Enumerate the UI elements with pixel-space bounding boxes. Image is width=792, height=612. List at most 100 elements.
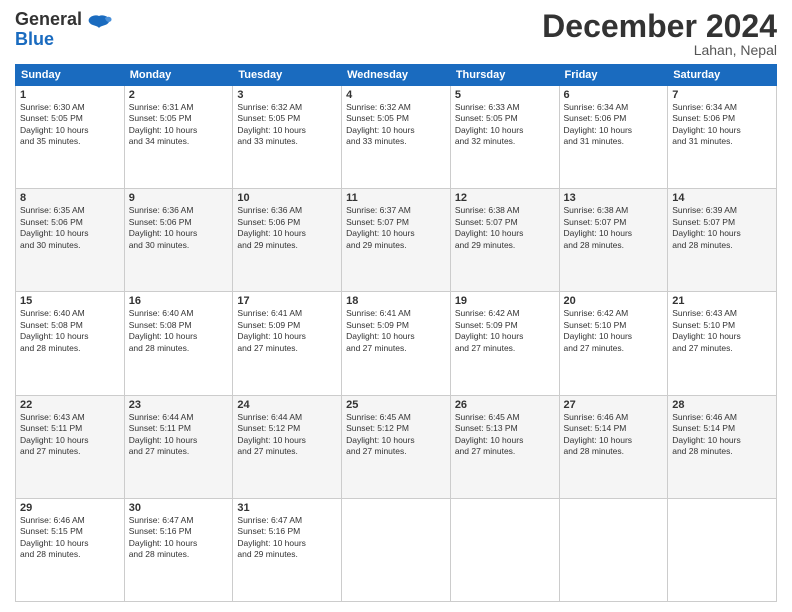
day-info-text: Sunset: 5:15 PM (20, 526, 120, 537)
day-info-text: Sunset: 5:06 PM (237, 217, 337, 228)
day-info-text: and 27 minutes. (20, 446, 120, 457)
day-info-text: Daylight: 10 hours (129, 435, 229, 446)
day-info-text: Sunset: 5:09 PM (237, 320, 337, 331)
day-number: 9 (129, 192, 229, 204)
day-info-text: Daylight: 10 hours (564, 435, 664, 446)
day-info-text: and 27 minutes. (455, 343, 555, 354)
day-info-text: Sunset: 5:05 PM (237, 113, 337, 124)
day-cell: 30Sunrise: 6:47 AMSunset: 5:16 PMDayligh… (124, 498, 233, 601)
day-info-text: Sunrise: 6:42 AM (455, 308, 555, 319)
day-info-text: Sunrise: 6:39 AM (672, 205, 772, 216)
day-info-text: Sunrise: 6:31 AM (129, 102, 229, 113)
day-info-text: Daylight: 10 hours (129, 538, 229, 549)
day-info-text: and 27 minutes. (129, 446, 229, 457)
day-cell: 6Sunrise: 6:34 AMSunset: 5:06 PMDaylight… (559, 86, 668, 189)
day-cell: 23Sunrise: 6:44 AMSunset: 5:11 PMDayligh… (124, 395, 233, 498)
day-info-text: and 28 minutes. (20, 549, 120, 560)
day-info-text: Sunset: 5:06 PM (672, 113, 772, 124)
day-info-text: Sunrise: 6:42 AM (564, 308, 664, 319)
day-info-text: Sunset: 5:09 PM (346, 320, 446, 331)
day-info-text: Daylight: 10 hours (237, 228, 337, 239)
day-cell: 26Sunrise: 6:45 AMSunset: 5:13 PMDayligh… (450, 395, 559, 498)
header-tuesday: Tuesday (233, 65, 342, 86)
day-info-text: Sunrise: 6:34 AM (564, 102, 664, 113)
day-info-text: Sunrise: 6:41 AM (346, 308, 446, 319)
day-number: 30 (129, 502, 229, 514)
day-info-text: Daylight: 10 hours (20, 538, 120, 549)
day-info-text: Sunset: 5:06 PM (20, 217, 120, 228)
header-friday: Friday (559, 65, 668, 86)
day-number: 23 (129, 399, 229, 411)
day-info-text: Sunrise: 6:44 AM (237, 412, 337, 423)
day-info-text: Sunrise: 6:38 AM (455, 205, 555, 216)
day-cell: 15Sunrise: 6:40 AMSunset: 5:08 PMDayligh… (16, 292, 125, 395)
day-info-text: Sunset: 5:09 PM (455, 320, 555, 331)
day-info-text: Sunrise: 6:35 AM (20, 205, 120, 216)
day-number: 8 (20, 192, 120, 204)
day-info-text: Sunrise: 6:45 AM (346, 412, 446, 423)
day-info-text: Daylight: 10 hours (346, 125, 446, 136)
week-row-1: 1Sunrise: 6:30 AMSunset: 5:05 PMDaylight… (16, 86, 777, 189)
day-info-text: Sunrise: 6:36 AM (237, 205, 337, 216)
day-number: 5 (455, 89, 555, 101)
day-number: 2 (129, 89, 229, 101)
day-info-text: Daylight: 10 hours (672, 435, 772, 446)
day-info-text: Sunset: 5:10 PM (564, 320, 664, 331)
day-info-text: Daylight: 10 hours (20, 435, 120, 446)
day-info-text: Daylight: 10 hours (346, 435, 446, 446)
day-info-text: Sunrise: 6:46 AM (20, 515, 120, 526)
day-cell: 25Sunrise: 6:45 AMSunset: 5:12 PMDayligh… (342, 395, 451, 498)
day-info-text: Daylight: 10 hours (564, 331, 664, 342)
calendar-table: Sunday Monday Tuesday Wednesday Thursday… (15, 64, 777, 602)
day-info-text: Daylight: 10 hours (237, 538, 337, 549)
day-info-text: and 27 minutes. (455, 446, 555, 457)
day-info-text: and 28 minutes. (129, 549, 229, 560)
day-cell: 9Sunrise: 6:36 AMSunset: 5:06 PMDaylight… (124, 189, 233, 292)
day-cell: 22Sunrise: 6:43 AMSunset: 5:11 PMDayligh… (16, 395, 125, 498)
day-cell: 12Sunrise: 6:38 AMSunset: 5:07 PMDayligh… (450, 189, 559, 292)
day-info-text: Sunset: 5:05 PM (129, 113, 229, 124)
day-info-text: and 28 minutes. (20, 343, 120, 354)
day-info-text: Daylight: 10 hours (564, 125, 664, 136)
day-number: 7 (672, 89, 772, 101)
day-info-text: Sunrise: 6:40 AM (20, 308, 120, 319)
day-cell (450, 498, 559, 601)
day-info-text: Sunrise: 6:47 AM (129, 515, 229, 526)
day-cell: 5Sunrise: 6:33 AMSunset: 5:05 PMDaylight… (450, 86, 559, 189)
day-info-text: and 28 minutes. (672, 446, 772, 457)
logo-general: General (15, 9, 82, 29)
day-info-text: Sunrise: 6:44 AM (129, 412, 229, 423)
days-header-row: Sunday Monday Tuesday Wednesday Thursday… (16, 65, 777, 86)
day-info-text: Daylight: 10 hours (672, 125, 772, 136)
day-cell: 20Sunrise: 6:42 AMSunset: 5:10 PMDayligh… (559, 292, 668, 395)
day-info-text: Daylight: 10 hours (346, 331, 446, 342)
day-info-text: Sunset: 5:07 PM (455, 217, 555, 228)
day-info-text: Sunrise: 6:34 AM (672, 102, 772, 113)
day-number: 28 (672, 399, 772, 411)
day-info-text: Sunset: 5:12 PM (237, 423, 337, 434)
header-thursday: Thursday (450, 65, 559, 86)
day-info-text: Daylight: 10 hours (455, 331, 555, 342)
logo-blue: Blue (15, 29, 54, 49)
logo-bird-icon (85, 12, 113, 40)
day-info-text: and 34 minutes. (129, 136, 229, 147)
day-info-text: and 31 minutes. (564, 136, 664, 147)
day-info-text: Sunrise: 6:32 AM (237, 102, 337, 113)
day-number: 20 (564, 295, 664, 307)
day-info-text: Sunrise: 6:46 AM (564, 412, 664, 423)
location: Lahan, Nepal (542, 42, 777, 58)
day-number: 25 (346, 399, 446, 411)
day-info-text: and 27 minutes. (564, 343, 664, 354)
day-number: 31 (237, 502, 337, 514)
day-info-text: Sunrise: 6:38 AM (564, 205, 664, 216)
day-info-text: Sunrise: 6:45 AM (455, 412, 555, 423)
day-info-text: Sunset: 5:10 PM (672, 320, 772, 331)
day-info-text: Sunset: 5:08 PM (129, 320, 229, 331)
day-number: 18 (346, 295, 446, 307)
day-info-text: Daylight: 10 hours (455, 435, 555, 446)
day-info-text: and 28 minutes. (564, 240, 664, 251)
day-cell: 24Sunrise: 6:44 AMSunset: 5:12 PMDayligh… (233, 395, 342, 498)
day-info-text: Sunset: 5:07 PM (346, 217, 446, 228)
day-cell: 14Sunrise: 6:39 AMSunset: 5:07 PMDayligh… (668, 189, 777, 292)
day-info-text: Sunset: 5:11 PM (20, 423, 120, 434)
